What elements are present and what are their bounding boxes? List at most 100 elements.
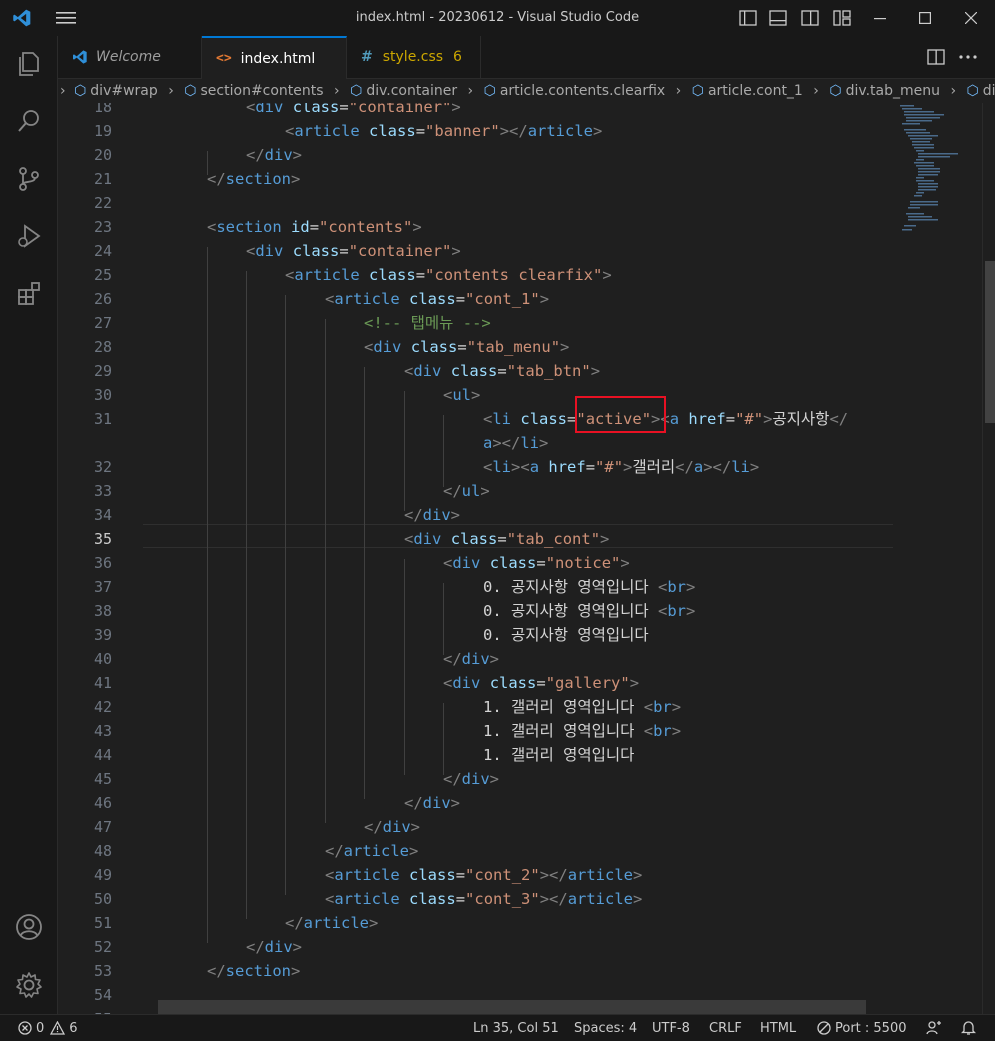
toggle-panel-icon[interactable] bbox=[766, 0, 790, 36]
line-ending[interactable]: CRLF bbox=[709, 1015, 742, 1041]
explorer-icon[interactable] bbox=[0, 40, 57, 88]
close-icon[interactable] bbox=[957, 0, 985, 36]
chevron-right-icon: › bbox=[60, 79, 66, 103]
run-debug-icon[interactable] bbox=[0, 212, 57, 260]
extensions-icon[interactable] bbox=[0, 270, 57, 318]
warning-count: 6 bbox=[69, 1021, 77, 1036]
notifications-bell-icon[interactable] bbox=[961, 1015, 976, 1041]
code-line: </article> bbox=[325, 839, 418, 863]
code-line: <li><a href="#">갤러리</a></li> bbox=[483, 455, 759, 479]
element-cube-icon: ⬡ bbox=[350, 79, 362, 103]
line-number: 30 bbox=[58, 383, 112, 407]
chevron-right-icon: › bbox=[468, 79, 474, 103]
status-bar: 0 6 Ln 35, Col 51 Spaces: 4 UTF-8 CRLF H… bbox=[0, 1014, 995, 1041]
search-icon[interactable] bbox=[0, 97, 57, 145]
code-line: <article class="contents clearfix"> bbox=[285, 263, 612, 287]
more-actions-icon[interactable] bbox=[956, 36, 980, 78]
tab-style-css[interactable]: # style.css 6 bbox=[347, 36, 481, 78]
code-line: <div class="tab_cont"> bbox=[404, 527, 609, 551]
line-number: 34 bbox=[58, 503, 112, 527]
line-number: 42 bbox=[58, 695, 112, 719]
code-line: 0. 공지사항 영역입니다 <br> bbox=[483, 599, 695, 623]
problems-indicator[interactable]: 0 6 bbox=[18, 1015, 78, 1041]
line-number: 22 bbox=[58, 191, 112, 215]
code-line: </div> bbox=[443, 647, 499, 671]
title-bar: index.html - 20230612 - Visual Studio Co… bbox=[0, 0, 995, 37]
vertical-scrollbar[interactable] bbox=[982, 103, 995, 1014]
indent-guide bbox=[246, 271, 247, 919]
line-number: 37 bbox=[58, 575, 112, 599]
minimap[interactable] bbox=[896, 103, 982, 1014]
line-number: 43 bbox=[58, 719, 112, 743]
line-number: 44 bbox=[58, 743, 112, 767]
breadcrumb-item[interactable]: ⬡div.container bbox=[350, 79, 457, 103]
line-number: 49 bbox=[58, 863, 112, 887]
scrollbar-thumb[interactable] bbox=[985, 261, 995, 423]
code-line: </div> bbox=[404, 791, 460, 815]
line-number: 46 bbox=[58, 791, 112, 815]
indent-guide bbox=[325, 319, 326, 823]
line-number: 31 bbox=[58, 407, 112, 431]
tab-index-html[interactable]: <> index.html bbox=[202, 36, 347, 79]
horizontal-scrollbar[interactable] bbox=[158, 1000, 866, 1014]
accounts-icon[interactable] bbox=[0, 903, 57, 951]
code-line: </div> bbox=[246, 935, 302, 959]
code-line: <!-- 탭메뉴 --> bbox=[364, 311, 491, 335]
line-number: 40 bbox=[58, 647, 112, 671]
feedback-icon[interactable] bbox=[926, 1015, 942, 1041]
code-line: </section> bbox=[207, 959, 300, 983]
code-line: <article class="cont_1"> bbox=[325, 287, 549, 311]
breadcrumb-item[interactable]: ⬡div.tab bbox=[967, 79, 995, 103]
line-number: 54 bbox=[58, 983, 112, 1007]
breadcrumb: › ⬡div#wrap › ⬡section#contents › ⬡div.c… bbox=[58, 79, 995, 103]
breadcrumb-item[interactable]: ⬡article.cont_1 bbox=[692, 79, 803, 103]
activity-bar bbox=[0, 36, 58, 1014]
customize-layout-icon[interactable] bbox=[830, 0, 854, 36]
code-line: 0. 공지사항 영역입니다 bbox=[483, 623, 649, 647]
settings-gear-icon[interactable] bbox=[0, 961, 57, 1009]
line-number: 21 bbox=[58, 167, 112, 191]
toggle-secondary-sidebar-icon[interactable] bbox=[798, 0, 822, 36]
code-line: </section> bbox=[207, 167, 300, 191]
error-count: 0 bbox=[36, 1021, 44, 1036]
encoding[interactable]: UTF-8 bbox=[652, 1015, 690, 1041]
source-control-icon[interactable] bbox=[0, 155, 57, 203]
code-line: </div> bbox=[246, 143, 302, 167]
indent-guide bbox=[443, 703, 444, 775]
code-line: <article class="banner"></article> bbox=[285, 119, 602, 143]
breadcrumb-item[interactable]: ⬡section#contents bbox=[184, 79, 323, 103]
line-number: 33 bbox=[58, 479, 112, 503]
indent-guide bbox=[443, 415, 444, 487]
code-line: 1. 갤러리 영역입니다 bbox=[483, 743, 634, 767]
line-number: 50 bbox=[58, 887, 112, 911]
indentation[interactable]: Spaces: 4 bbox=[574, 1015, 637, 1041]
code-line: </div> bbox=[404, 503, 460, 527]
line-number: 28 bbox=[58, 335, 112, 359]
line-number: 25 bbox=[58, 263, 112, 287]
breadcrumb-item[interactable]: ⬡div#wrap bbox=[74, 79, 158, 103]
code-line: </div> bbox=[364, 815, 420, 839]
maximize-icon[interactable] bbox=[911, 0, 939, 36]
chevron-right-icon: › bbox=[168, 79, 174, 103]
minimize-icon[interactable] bbox=[866, 0, 894, 36]
line-number: 18 bbox=[58, 103, 112, 119]
code-editor[interactable]: 1819202122232425262728293031323334353637… bbox=[58, 103, 995, 1014]
cursor-position[interactable]: Ln 35, Col 51 bbox=[473, 1015, 559, 1041]
breadcrumb-item[interactable]: ⬡div.tab_menu bbox=[829, 79, 940, 103]
tab-label: style.css bbox=[383, 49, 443, 65]
live-server-port[interactable]: Port : 5500 bbox=[817, 1015, 907, 1041]
tab-welcome[interactable]: Welcome bbox=[58, 36, 202, 78]
split-editor-icon[interactable] bbox=[924, 36, 948, 78]
tab-label: Welcome bbox=[96, 49, 161, 65]
line-number: 39 bbox=[58, 623, 112, 647]
toggle-primary-sidebar-icon[interactable] bbox=[736, 0, 760, 36]
indent-guide bbox=[364, 367, 365, 799]
line-number bbox=[58, 431, 112, 455]
chevron-right-icon: › bbox=[334, 79, 340, 103]
code-line: <div class="container"> bbox=[246, 103, 461, 119]
line-number: 24 bbox=[58, 239, 112, 263]
code-line: <div class="tab_btn"> bbox=[404, 359, 600, 383]
breadcrumb-item[interactable]: ⬡article.contents.clearfix bbox=[484, 79, 666, 103]
language-mode[interactable]: HTML bbox=[760, 1015, 796, 1041]
code-line: </ul> bbox=[443, 479, 490, 503]
